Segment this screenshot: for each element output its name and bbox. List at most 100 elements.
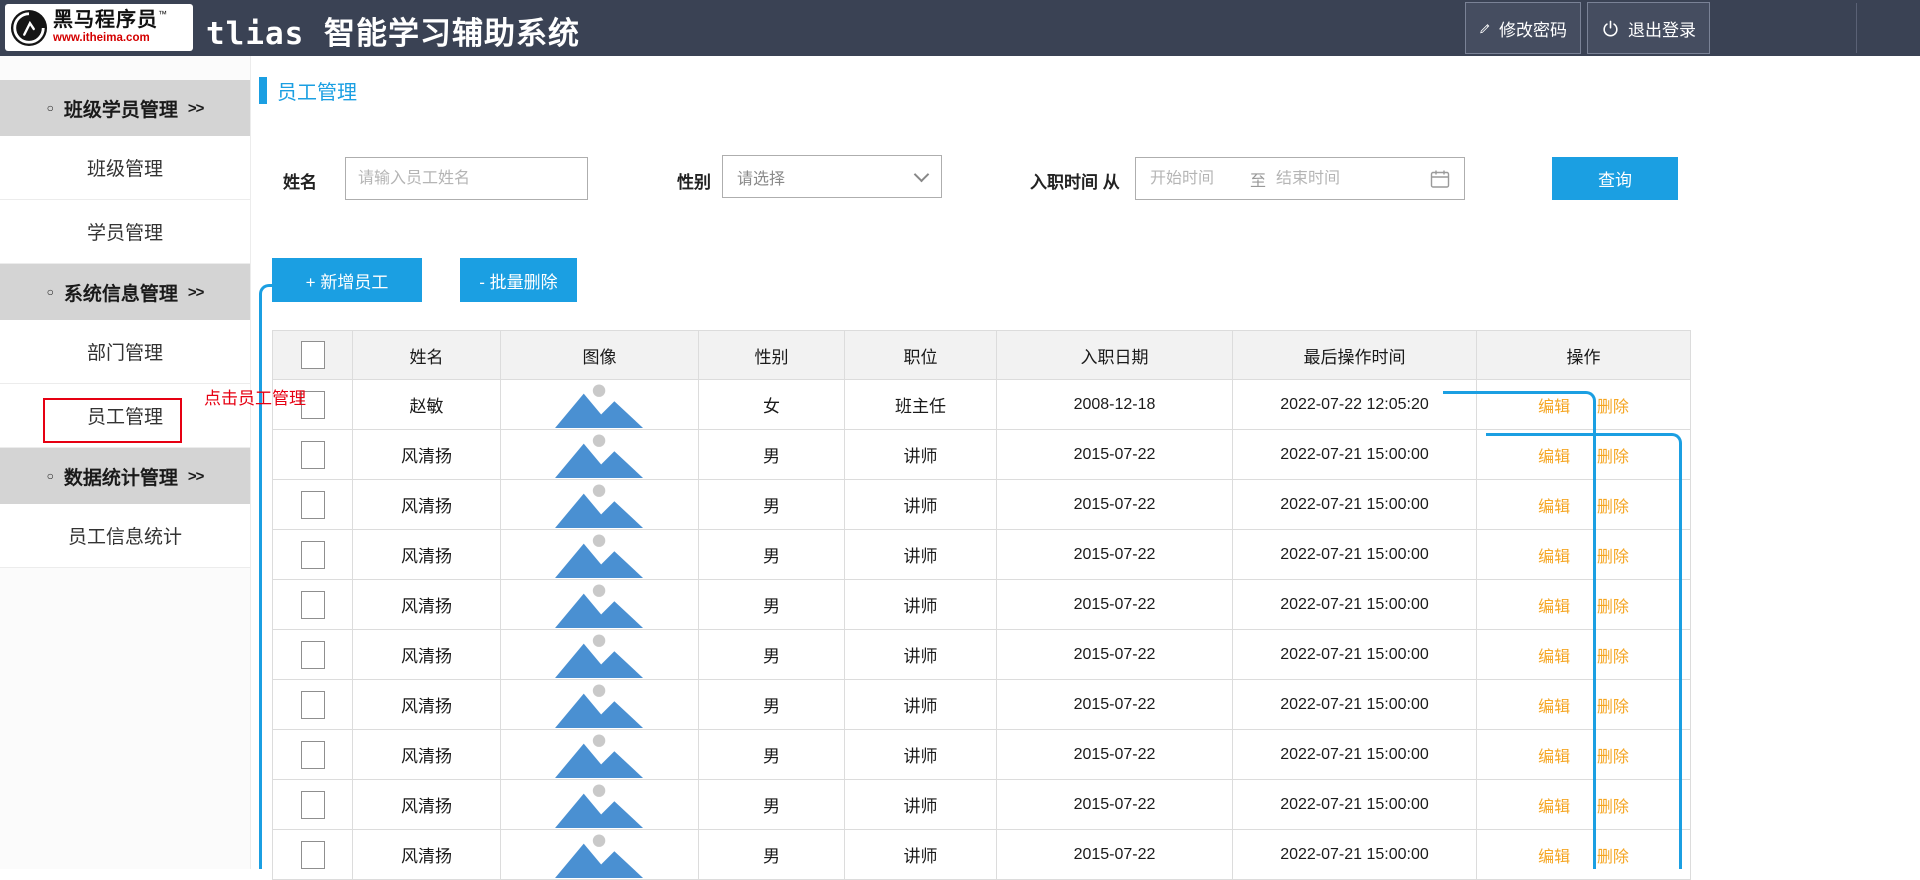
sidebar-item-department-management[interactable]: 部门管理 [0,320,250,384]
delete-link[interactable]: 删除 [1597,643,1629,667]
employee-position: 讲师 [845,580,997,630]
sidebar-item-label: 员工信息统计 [68,522,182,549]
employee-gender: 男 [699,730,845,780]
select-all-checkbox[interactable] [301,341,325,369]
row-checkbox[interactable] [301,541,325,569]
employee-name: 风清扬 [353,580,501,630]
sidebar-item-student-management[interactable]: 学员管理 [0,200,250,264]
main-content: 员工管理 姓名 性别 请选择 入职时间 从 至 查询 + 新增员工 - 批量删除 [251,56,1920,869]
row-checkbox[interactable] [301,641,325,669]
add-employee-button[interactable]: + 新增员工 [272,258,422,302]
gender-select[interactable]: 请选择 [722,155,942,198]
search-button[interactable]: 查询 [1552,157,1678,200]
column-header-position: 职位 [845,331,997,380]
date-range-picker[interactable]: 至 [1135,157,1465,200]
employee-name: 风清扬 [353,780,501,830]
table-row: 风清扬 男 讲师 2015-07-22 2022-07-21 15:00:00 … [273,680,1691,730]
row-checkbox[interactable] [301,841,325,869]
row-checkbox[interactable] [301,791,325,819]
edit-link[interactable]: 编辑 [1538,493,1570,517]
circle-bullet-icon: ○ [47,469,54,483]
column-header-last-operation: 最后操作时间 [1233,331,1477,380]
sidebar-item-class-management[interactable]: 班级管理 [0,136,250,200]
date-start-input[interactable] [1150,170,1240,188]
delete-link[interactable]: 删除 [1597,743,1629,767]
employee-hire-date: 2015-07-22 [997,630,1233,680]
row-checkbox[interactable] [301,691,325,719]
edit-link[interactable]: 编辑 [1538,593,1570,617]
employee-gender: 男 [699,780,845,830]
name-label: 姓名 [283,168,317,193]
logout-button[interactable]: 退出登录 [1587,2,1710,54]
sidebar-group-data-statistics-management[interactable]: ○ 数据统计管理 >> [0,448,250,504]
sidebar-item-label: 学员管理 [87,218,163,245]
employee-hire-date: 2015-07-22 [997,780,1233,830]
name-input[interactable] [345,157,588,200]
avatar-placeholder-image [501,684,698,728]
sidebar-group-system-info-management[interactable]: ○ 系统信息管理 >> [0,264,250,320]
table-row: 风清扬 男 讲师 2015-07-22 2022-07-21 15:00:00 … [273,580,1691,630]
employee-last-operation: 2022-07-21 15:00:00 [1233,580,1477,630]
employee-hire-date: 2015-07-22 [997,730,1233,780]
edit-link[interactable]: 编辑 [1538,393,1570,417]
employee-position: 讲师 [845,430,997,480]
edit-link[interactable]: 编辑 [1538,843,1570,867]
avatar-placeholder-image [501,634,698,678]
delete-link[interactable]: 删除 [1597,393,1629,417]
calendar-icon [1430,169,1450,189]
employee-gender: 男 [699,430,845,480]
edit-link[interactable]: 编辑 [1538,543,1570,567]
employee-name: 风清扬 [353,530,501,580]
avatar-placeholder-image [501,834,698,878]
employee-gender: 男 [699,530,845,580]
employee-gender: 男 [699,480,845,530]
delete-link[interactable]: 删除 [1597,793,1629,817]
employee-name: 赵敏 [353,380,501,430]
sidebar-group-label: 系统信息管理 [64,279,178,306]
app-header: 黑马程序员™ www.itheima.com tlias 智能学习辅助系统 修改… [0,0,1920,56]
page-title-row: 员工管理 [259,76,357,105]
edit-link[interactable]: 编辑 [1538,793,1570,817]
delete-link[interactable]: 删除 [1597,543,1629,567]
app-title: tlias 智能学习辅助系统 [206,8,580,53]
employee-gender: 男 [699,580,845,630]
employee-name: 风清扬 [353,630,501,680]
edit-link[interactable]: 编辑 [1538,643,1570,667]
employee-name: 风清扬 [353,730,501,780]
edit-link[interactable]: 编辑 [1538,743,1570,767]
delete-link[interactable]: 删除 [1597,693,1629,717]
gender-label: 性别 [677,168,711,193]
edit-link[interactable]: 编辑 [1538,443,1570,467]
logo: 黑马程序员™ www.itheima.com [5,4,193,51]
column-header-image: 图像 [501,331,699,380]
row-checkbox[interactable] [301,491,325,519]
circle-bullet-icon: ○ [47,101,54,115]
employee-last-operation: 2022-07-21 15:00:00 [1233,530,1477,580]
circle-bullet-icon: ○ [47,285,54,299]
delete-link[interactable]: 删除 [1597,843,1629,867]
sidebar-group-class-student-management[interactable]: ○ 班级学员管理 >> [0,80,250,136]
table-row: 赵敏 女 班主任 2008-12-18 2022-07-22 12:05:20 … [273,380,1691,430]
employee-position: 讲师 [845,780,997,830]
date-end-input[interactable] [1276,170,1366,188]
row-checkbox[interactable] [301,591,325,619]
avatar-placeholder-image [501,734,698,778]
hire-date-label: 入职时间 从 [1030,168,1120,193]
delete-link[interactable]: 删除 [1597,493,1629,517]
employee-name: 风清扬 [353,830,501,880]
pencil-icon [1479,19,1491,38]
row-checkbox[interactable] [301,441,325,469]
employee-hire-date: 2015-07-22 [997,480,1233,530]
edit-link[interactable]: 编辑 [1538,693,1570,717]
employee-position: 讲师 [845,830,997,880]
table-row: 风清扬 男 讲师 2015-07-22 2022-07-21 15:00:00 … [273,430,1691,480]
table-row: 风清扬 男 讲师 2015-07-22 2022-07-21 15:00:00 … [273,830,1691,880]
sidebar-item-employee-info-statistics[interactable]: 员工信息统计 [0,504,250,568]
date-to-label: 至 [1250,167,1266,191]
double-arrow-icon: >> [188,468,204,485]
delete-link[interactable]: 删除 [1597,593,1629,617]
row-checkbox[interactable] [301,741,325,769]
delete-link[interactable]: 删除 [1597,443,1629,467]
change-password-button[interactable]: 修改密码 [1465,2,1581,54]
batch-delete-button[interactable]: - 批量删除 [460,258,577,302]
